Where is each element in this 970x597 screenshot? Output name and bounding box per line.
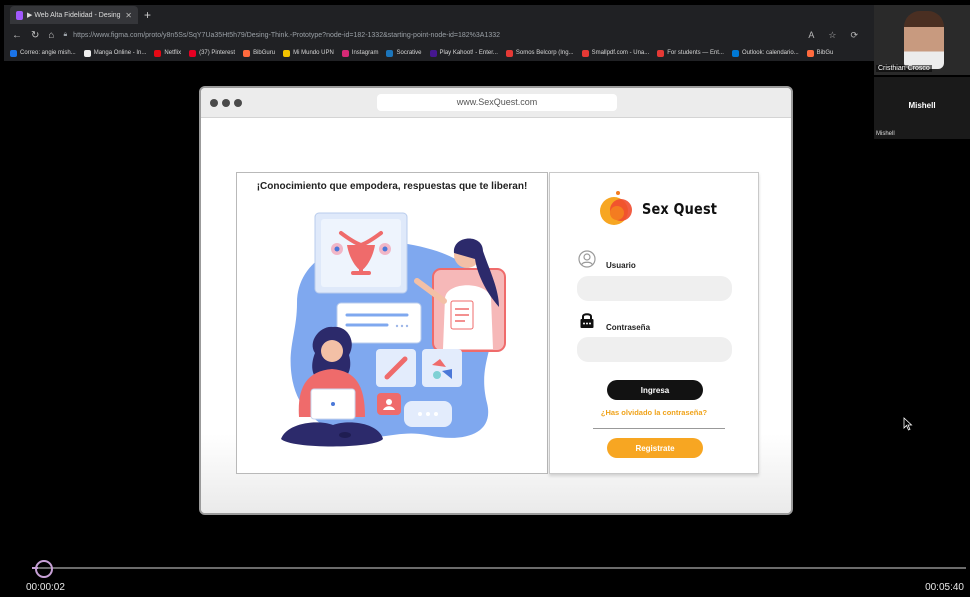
username-label: Usuario — [606, 261, 636, 270]
bookmark-icon — [341, 49, 349, 57]
prototype-body: ¡Conocimiento que empodera, respuestas q… — [201, 118, 791, 513]
bookmark-label: Netflix — [164, 50, 182, 56]
bookmark-item[interactable]: Smallpdf.com - Una... — [581, 49, 650, 57]
address-row: ← ↻ ⌂ 🔒︎ https://www.figma.com/proto/y8n… — [4, 25, 874, 45]
bookmark-item[interactable]: BibGuru — [243, 49, 276, 57]
participant-video — [904, 11, 944, 69]
bookmark-icon — [154, 49, 162, 57]
bookmark-icon — [283, 49, 291, 57]
read-aloud-icon[interactable]: A — [808, 30, 814, 41]
lock-icon — [580, 313, 594, 328]
register-button[interactable]: Registrate — [607, 438, 703, 458]
participant-center-name: Mishell — [908, 101, 936, 110]
reload-icon[interactable]: ↻ — [31, 30, 39, 41]
tab-title: ▶ Web Alta Fidelidad - Desing — [27, 12, 121, 19]
progress-track[interactable] — [32, 567, 966, 569]
bookmark-icon — [657, 49, 665, 57]
close-tab-icon[interactable]: ✕ — [125, 11, 132, 20]
bookmark-label: Somos Belcorp (Ing... — [515, 50, 574, 56]
participant-tile-mishell[interactable]: Mishell Mishell — [874, 77, 970, 139]
password-input[interactable] — [577, 337, 732, 362]
user-icon — [578, 250, 596, 268]
bookmark-item[interactable]: Socrative — [386, 49, 422, 57]
bookmark-label: Instagram — [351, 50, 379, 56]
current-time: 00:00:02 — [26, 582, 65, 593]
browser-chrome: ▶ Web Alta Fidelidad - Desing ✕ + ← ↻ ⌂ … — [4, 5, 874, 61]
bookmark-label: (37) Pinterest — [199, 50, 236, 56]
new-tab-icon[interactable]: + — [144, 8, 151, 22]
bookmark-icon — [83, 49, 91, 57]
forgot-password-link[interactable]: ¿Has olvidado la contraseña? — [550, 408, 758, 417]
brand-name: Sex Quest — [642, 200, 718, 218]
bookmark-label: Correo: angie mish... — [20, 50, 76, 56]
back-icon[interactable]: ← — [12, 30, 22, 41]
mouse-cursor-icon — [903, 417, 913, 431]
bookmark-label: Outlook: calendario... — [741, 50, 799, 56]
extensions-icon[interactable]: ⟳ — [850, 30, 858, 41]
participant-name: Mishell — [876, 131, 895, 137]
brand-logo: Sex Quest — [596, 189, 729, 229]
bookmark-item[interactable]: Instagram — [341, 49, 379, 57]
bookmark-icon — [731, 49, 739, 57]
sexquest-logo-icon — [600, 191, 632, 225]
bookmark-label: Smallpdf.com - Una... — [591, 50, 650, 56]
divider — [593, 428, 725, 429]
participant-tile-cristhian[interactable]: Cristhian Crosco — [874, 5, 970, 75]
lock-icon: 🔒︎ — [63, 31, 68, 38]
bookmark-icon — [243, 49, 251, 57]
bookmark-item[interactable]: Play Kahoot! - Enter... — [429, 49, 498, 57]
prototype-url: www.SexQuest.com — [377, 94, 617, 111]
address-bar[interactable]: 🔒︎ https://www.figma.com/proto/y8n5Ss/Sq… — [63, 27, 799, 43]
bookmark-item[interactable]: Manga Online - In... — [83, 49, 147, 57]
bookmark-label: BibGu — [816, 50, 834, 56]
health-illustration — [281, 212, 506, 447]
bookmark-icon — [189, 49, 197, 57]
bookmark-item[interactable]: (37) Pinterest — [189, 49, 236, 57]
bookmark-item[interactable]: Mi Mundo UPN — [283, 49, 334, 57]
bookmark-item[interactable]: Correo: angie mish... — [10, 49, 76, 57]
login-button[interactable]: Ingresa — [607, 380, 703, 400]
bookmark-item[interactable]: Outlook: calendario... — [731, 49, 799, 57]
bookmark-icon — [581, 49, 589, 57]
address-text: https://www.figma.com/proto/y8n5Ss/SqY7U… — [73, 31, 501, 39]
window-dots — [210, 99, 242, 107]
bookmark-label: Play Kahoot! - Enter... — [439, 50, 498, 56]
progress-handle[interactable] — [35, 560, 53, 578]
prototype-browser-bar: www.SexQuest.com — [201, 88, 791, 118]
bookmark-item[interactable]: Somos Belcorp (Ing... — [505, 49, 574, 57]
bookmark-label: Mi Mundo UPN — [293, 50, 334, 56]
bookmark-label: BibGuru — [253, 50, 276, 56]
bookmark-icon — [505, 49, 513, 57]
username-input[interactable] — [577, 276, 732, 301]
bookmark-label: Manga Online - In... — [93, 50, 147, 56]
address-actions: A ☆ ⟳ — [808, 30, 874, 41]
bookmark-item[interactable]: Netflix — [154, 49, 182, 57]
bookmark-icon — [429, 49, 437, 57]
bookmark-label: For students — Ent... — [667, 50, 724, 56]
login-card: Sex Quest Usuario Contraseña Ingresa ¿Ha… — [549, 172, 759, 474]
figma-icon — [16, 10, 23, 20]
password-label: Contraseña — [606, 323, 651, 332]
total-time: 00:05:40 — [925, 582, 964, 593]
bookmark-label: Socrative — [396, 50, 422, 56]
bookmark-item[interactable]: BibGu — [806, 49, 834, 57]
illustration-card: ¡Conocimiento que empodera, respuestas q… — [236, 172, 548, 474]
screen: ▶ Web Alta Fidelidad - Desing ✕ + ← ↻ ⌂ … — [0, 0, 970, 597]
favorite-star-icon[interactable]: ☆ — [828, 30, 836, 41]
home-icon[interactable]: ⌂ — [48, 30, 54, 41]
bookmark-icon — [10, 49, 17, 57]
tab-bar: ▶ Web Alta Fidelidad - Desing ✕ + — [4, 5, 874, 25]
browser-tab[interactable]: ▶ Web Alta Fidelidad - Desing ✕ — [10, 6, 138, 24]
bookmarks-bar: Correo: angie mish... Manga Online - In..… — [4, 45, 874, 61]
prototype-window: www.SexQuest.com ¡Conocimiento que empod… — [199, 86, 793, 515]
bookmark-icon — [386, 49, 394, 57]
bookmark-item[interactable]: For students — Ent... — [657, 49, 724, 57]
bookmark-icon — [806, 49, 814, 57]
participant-name: Cristhian Crosco — [876, 65, 932, 72]
